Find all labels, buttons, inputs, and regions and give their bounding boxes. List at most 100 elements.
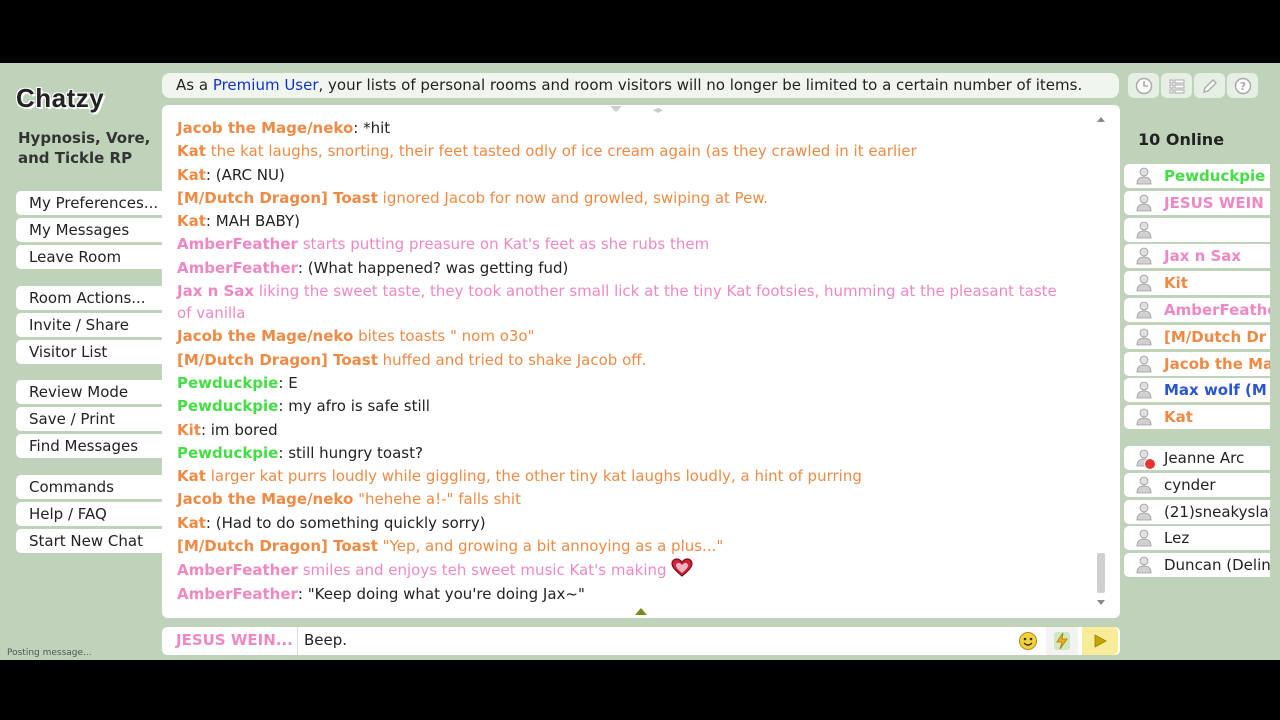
menu-item-leave-room[interactable]: Leave Room bbox=[16, 245, 162, 269]
scroll-thumb[interactable] bbox=[1097, 553, 1105, 593]
visitor-item[interactable]: cynder bbox=[1124, 472, 1270, 497]
message-author[interactable]: AmberFeather bbox=[177, 259, 298, 277]
menu-item-review-mode[interactable]: Review Mode bbox=[16, 380, 162, 404]
online-user-name: Jax n Sax bbox=[1164, 247, 1242, 266]
message-author[interactable]: Kat bbox=[177, 467, 206, 485]
visitor-avatar bbox=[1124, 556, 1164, 574]
chatzy-logo[interactable]: Chatzy bbox=[16, 83, 104, 114]
flash-button[interactable] bbox=[1046, 627, 1078, 655]
message-row: Pewduckpie: my afro is safe still bbox=[177, 395, 1067, 417]
scroll-to-bottom-arrow-icon[interactable] bbox=[635, 608, 647, 615]
message-separator: : bbox=[353, 119, 364, 137]
message-scrollbar[interactable] bbox=[1096, 113, 1106, 605]
menu-item-room-actions[interactable]: Room Actions... bbox=[16, 286, 162, 310]
message-action-text: "Yep, and growing a bit annoying as a pl… bbox=[382, 537, 724, 556]
message-author[interactable]: [M/Dutch Dragon] Toast bbox=[177, 537, 378, 555]
menu-item-start-new-chat[interactable]: Start New Chat bbox=[16, 529, 162, 553]
clock-button[interactable] bbox=[1128, 73, 1159, 98]
menu-item-visitor-list[interactable]: Visitor List bbox=[16, 340, 162, 364]
scroll-up-arrow-icon[interactable] bbox=[1097, 117, 1105, 122]
visitor-item[interactable]: Lez bbox=[1124, 526, 1270, 551]
status-text: Posting message... bbox=[7, 648, 92, 658]
message-action-text: ignored Jacob for now and growled, swipi… bbox=[382, 188, 769, 207]
online-count: 10 Online bbox=[1138, 130, 1225, 149]
message-author[interactable]: Kat bbox=[177, 212, 206, 230]
message-text: my afro is safe still bbox=[288, 397, 430, 416]
menu-item-save-print[interactable]: Save / Print bbox=[16, 407, 162, 431]
message-author[interactable]: Jacob the Mage/neko bbox=[177, 327, 353, 345]
message-author[interactable]: Kit bbox=[177, 421, 201, 439]
user-avatar-icon bbox=[1136, 355, 1152, 372]
visitor-name: Lez bbox=[1164, 529, 1190, 548]
message-author[interactable]: Kat bbox=[177, 514, 206, 532]
online-user-name: JESUS WEIN bbox=[1164, 193, 1264, 212]
message-author[interactable]: AmberFeather bbox=[177, 585, 298, 603]
menu-item-help-faq[interactable]: Help / FAQ bbox=[16, 502, 162, 526]
online-user-name: Kat bbox=[1164, 408, 1193, 427]
user-avatar bbox=[1124, 301, 1164, 319]
online-user-item[interactable]: Max wolf (M bbox=[1124, 378, 1270, 403]
message-author[interactable]: Jax n Sax bbox=[177, 282, 254, 300]
pencil-icon bbox=[1202, 78, 1217, 93]
user-avatar-icon bbox=[1136, 381, 1152, 399]
user-avatar-icon bbox=[1136, 221, 1152, 238]
message-author[interactable]: Pewduckpie bbox=[177, 444, 278, 462]
send-button[interactable] bbox=[1082, 627, 1118, 655]
online-user-item[interactable]: Jacob the Ma bbox=[1124, 351, 1270, 376]
menu-item-invite-share[interactable]: Invite / Share bbox=[16, 313, 162, 337]
online-user-item[interactable]: Kat bbox=[1124, 405, 1270, 430]
room-name: Hypnosis, Vore, and Tickle RP bbox=[18, 129, 151, 167]
menu-item-my-preferences[interactable]: My Preferences... bbox=[16, 191, 162, 215]
message-action-text: huffed and tried to shake Jacob off. bbox=[382, 350, 647, 369]
message-author[interactable]: Pewduckpie bbox=[177, 374, 278, 392]
input-username[interactable]: JESUS WEIN... bbox=[176, 631, 293, 649]
user-avatar bbox=[1124, 355, 1164, 373]
visitor-item[interactable]: (21)sneakyslav bbox=[1124, 499, 1270, 524]
message-input[interactable] bbox=[304, 631, 1004, 649]
smiley-button[interactable] bbox=[1012, 627, 1044, 655]
message-action-text: "hehehe a!-" falls shit bbox=[358, 490, 521, 509]
online-user-item[interactable] bbox=[1124, 217, 1270, 242]
online-user-item[interactable]: JESUS WEIN bbox=[1124, 190, 1270, 215]
message-row: Kat: (Had to do something quickly sorry) bbox=[177, 512, 1067, 534]
user-avatar-icon bbox=[1136, 301, 1152, 319]
message-author[interactable]: AmberFeather bbox=[177, 561, 298, 579]
user-avatar-icon bbox=[1136, 408, 1152, 426]
online-user-item[interactable]: Jax n Sax bbox=[1124, 244, 1270, 269]
visitor-item[interactable]: Jeanne Arc bbox=[1124, 446, 1270, 470]
menu-group-help: Commands Help / FAQ Start New Chat bbox=[16, 475, 162, 556]
grid-button[interactable] bbox=[1161, 73, 1192, 98]
message-row: [M/Dutch Dragon] Toast "Yep, and growing… bbox=[177, 535, 1067, 557]
scroll-down-arrow-icon[interactable] bbox=[1097, 600, 1105, 605]
message-author[interactable]: Jacob the Mage/neko bbox=[177, 490, 353, 508]
visitor-item[interactable]: Duncan (Delin bbox=[1124, 553, 1270, 578]
chat-app: Chatzy Hypnosis, Vore, and Tickle RP My … bbox=[0, 63, 1280, 660]
user-avatar bbox=[1124, 194, 1164, 212]
message-row: AmberFeather smiles and enjoys teh sweet… bbox=[177, 558, 1067, 581]
menu-item-commands[interactable]: Commands bbox=[16, 475, 162, 499]
message-author[interactable]: Kat bbox=[177, 142, 206, 160]
input-separator bbox=[297, 627, 298, 655]
online-user-item[interactable]: AmberFeathe bbox=[1124, 297, 1270, 322]
message-author[interactable]: Kat bbox=[177, 166, 206, 184]
message-text: still hungry toast? bbox=[288, 443, 423, 462]
premium-user-link[interactable]: Premium User bbox=[213, 76, 319, 94]
message-author[interactable]: [M/Dutch Dragon] Toast bbox=[177, 189, 378, 207]
message-author[interactable]: Pewduckpie bbox=[177, 397, 278, 415]
online-user-item[interactable]: [M/Dutch Dr bbox=[1124, 324, 1270, 349]
message-author[interactable]: AmberFeather bbox=[177, 235, 298, 253]
help-button[interactable]: ? bbox=[1227, 73, 1258, 98]
message-author[interactable]: Jacob the Mage/neko bbox=[177, 119, 353, 137]
online-user-item[interactable]: Kit bbox=[1124, 271, 1270, 296]
menu-item-my-messages[interactable]: My Messages bbox=[16, 218, 162, 242]
menu-item-find-messages[interactable]: Find Messages bbox=[16, 434, 162, 458]
online-user-item[interactable]: Pewduckpie bbox=[1124, 164, 1270, 188]
message-separator: : bbox=[278, 373, 289, 392]
message-author[interactable]: [M/Dutch Dragon] Toast bbox=[177, 351, 378, 369]
collapse-top-arrow-icon[interactable] bbox=[610, 106, 622, 112]
message-text: "Keep doing what you're doing Jax~" bbox=[307, 584, 585, 603]
edit-button[interactable] bbox=[1194, 73, 1225, 98]
user-avatar-icon bbox=[1136, 194, 1152, 212]
online-user-list: Pewduckpie JESUS WEIN Jax n Sax Kit AmberFea… bbox=[1124, 164, 1270, 432]
resize-handle-icon[interactable]: ◂▸ bbox=[653, 105, 663, 116]
